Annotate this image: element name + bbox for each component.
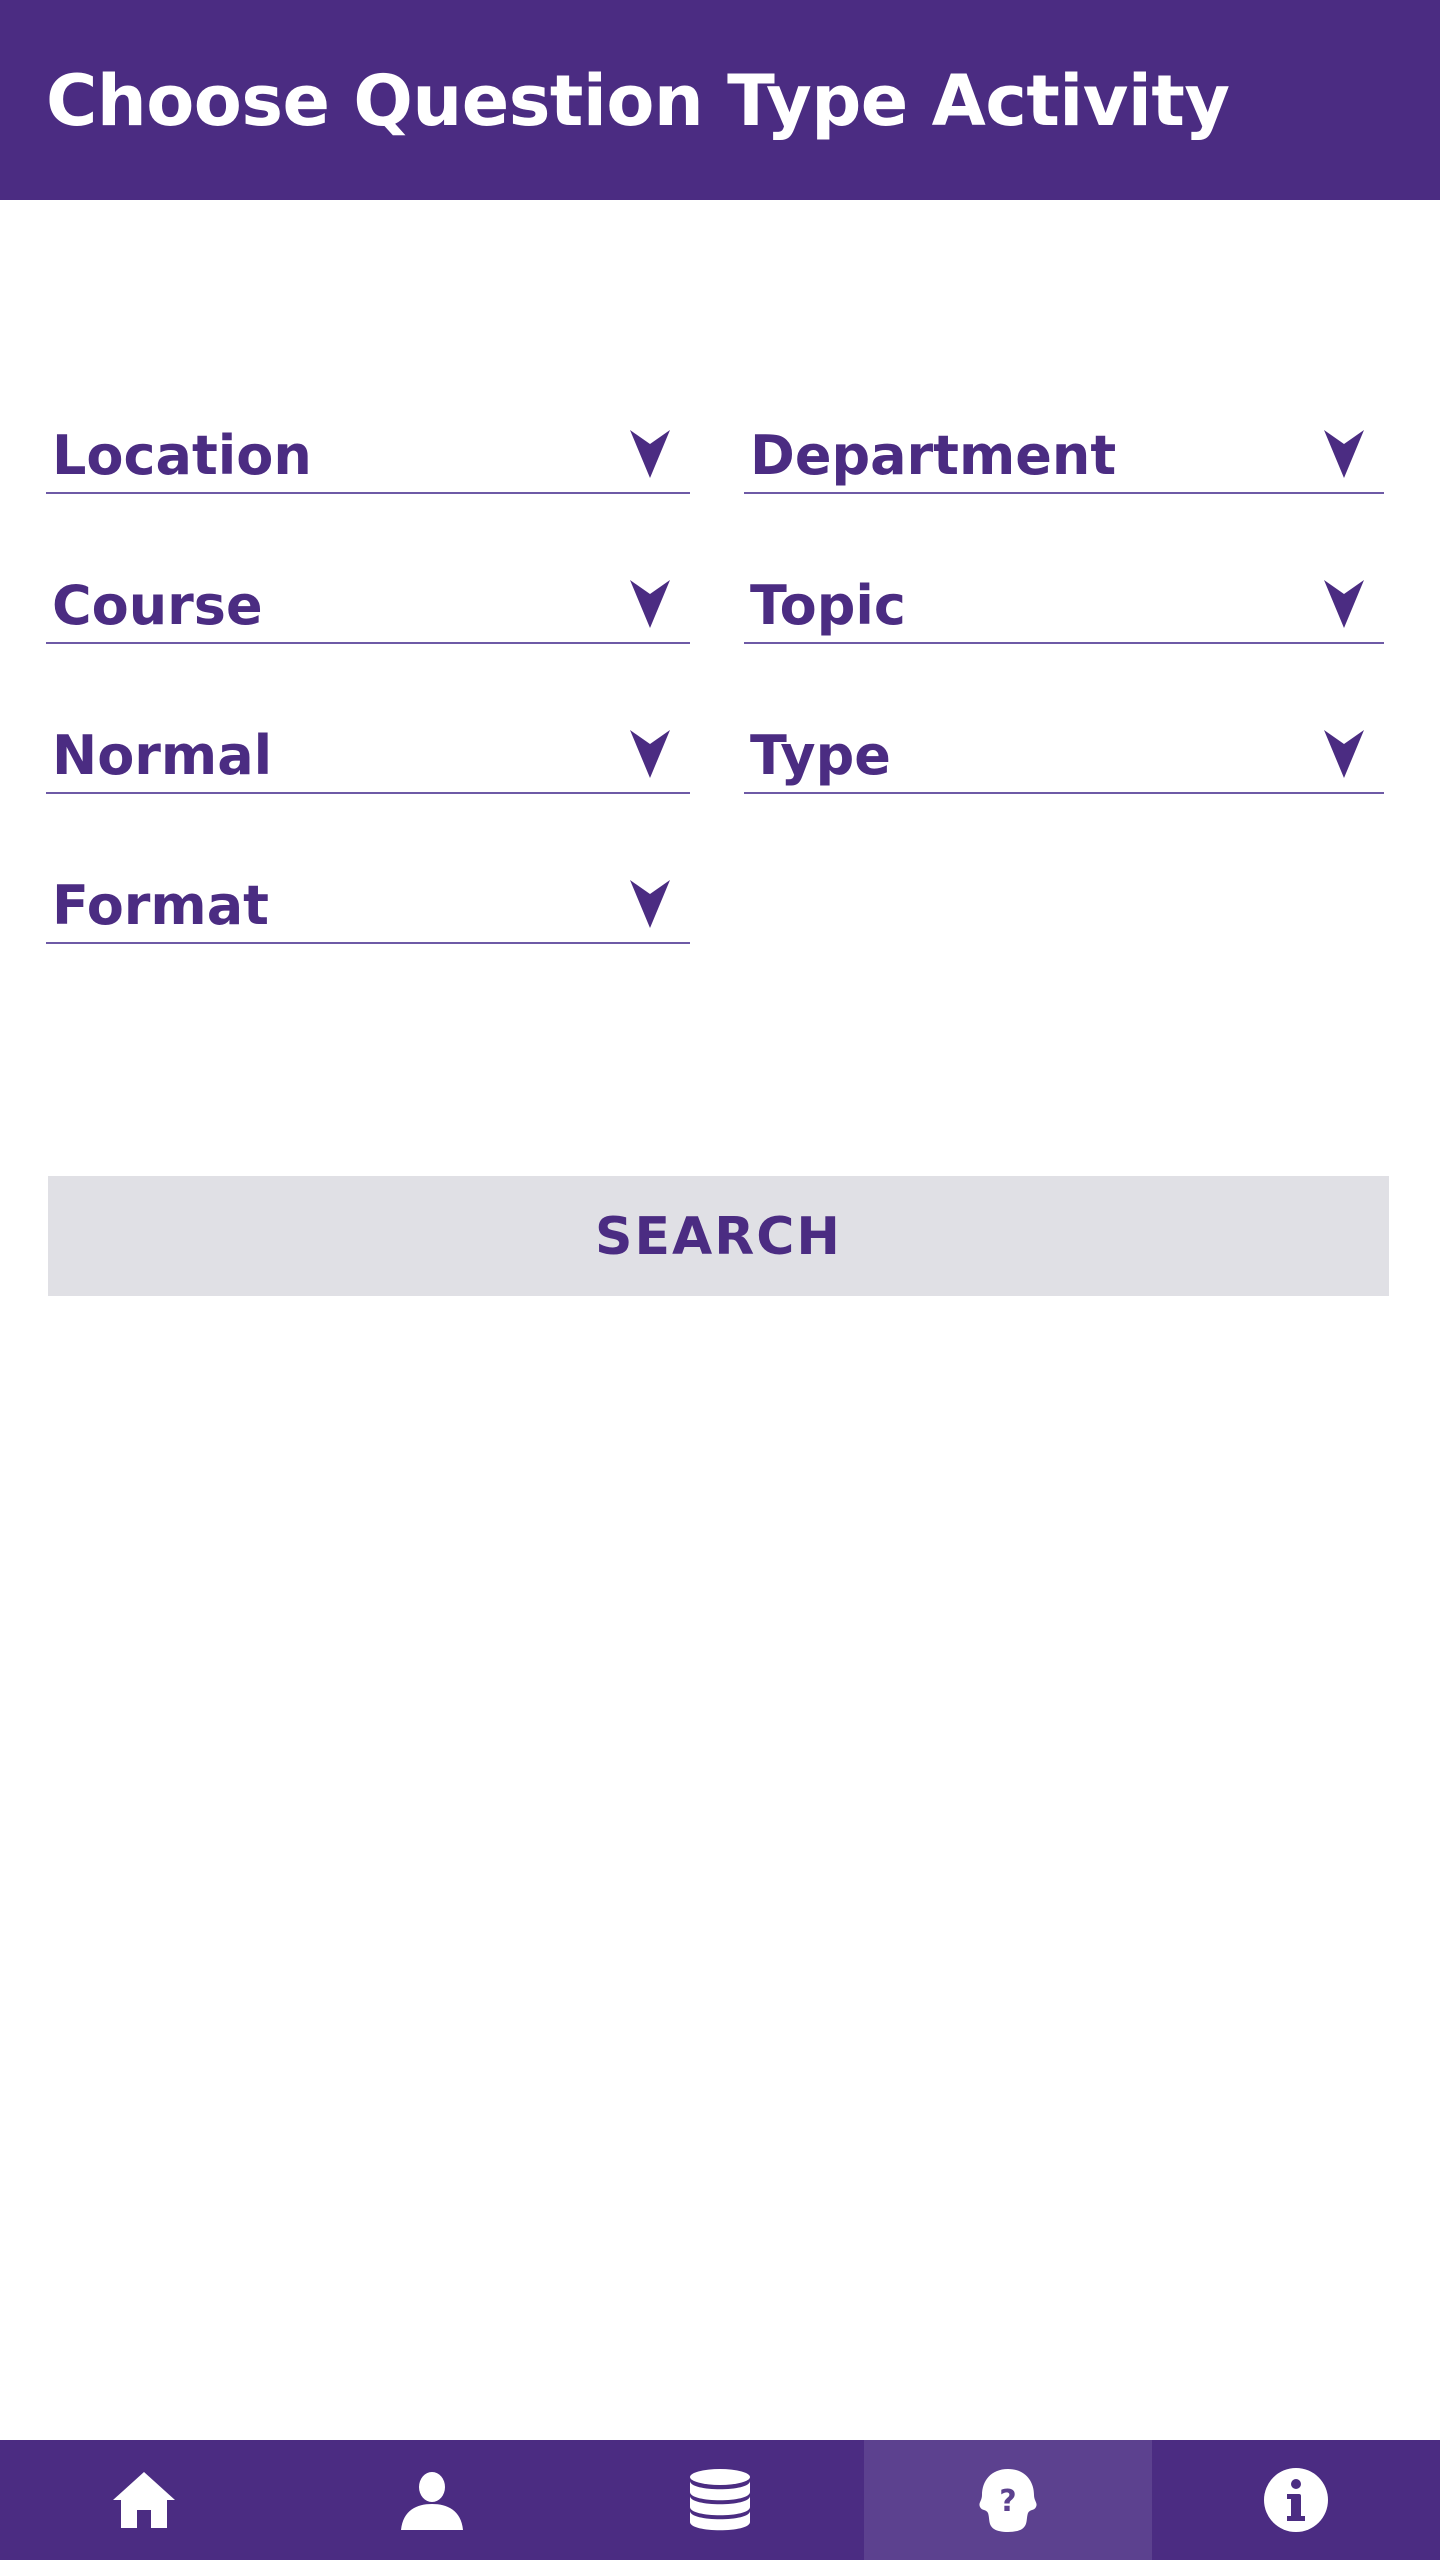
- nav-item-database[interactable]: [576, 2440, 864, 2560]
- page-title: Choose Question Type Activity: [46, 60, 1230, 142]
- department-dropdown-label: Department: [750, 424, 1117, 487]
- app-header: Choose Question Type Activity: [0, 0, 1440, 200]
- location-dropdown-label: Location: [52, 424, 312, 487]
- nav-item-home[interactable]: [0, 2440, 288, 2560]
- info-icon: [1263, 2467, 1329, 2533]
- svg-text:?: ?: [999, 2484, 1016, 2519]
- user-icon: [399, 2470, 465, 2530]
- topic-dropdown[interactable]: Topic: [744, 574, 1384, 644]
- normal-dropdown-label: Normal: [52, 724, 273, 787]
- type-dropdown-label: Type: [750, 724, 891, 787]
- nav-item-profile[interactable]: [288, 2440, 576, 2560]
- chevron-down-icon: [630, 430, 670, 478]
- database-icon: [688, 2468, 752, 2532]
- type-dropdown[interactable]: Type: [744, 724, 1384, 794]
- course-dropdown[interactable]: Course: [46, 574, 690, 644]
- chevron-down-icon: [630, 730, 670, 778]
- home-icon: [111, 2470, 177, 2530]
- chevron-down-icon: [1324, 730, 1364, 778]
- nav-item-questions[interactable]: ?: [864, 2440, 1152, 2560]
- chevron-down-icon: [1324, 580, 1364, 628]
- chevron-down-icon: [630, 880, 670, 928]
- chevron-down-icon: [1324, 430, 1364, 478]
- format-dropdown[interactable]: Format: [46, 874, 690, 944]
- topic-dropdown-label: Topic: [750, 574, 906, 637]
- question-head-icon: ?: [978, 2467, 1038, 2533]
- format-dropdown-label: Format: [52, 874, 269, 937]
- search-button[interactable]: SEARCH: [48, 1176, 1389, 1296]
- course-dropdown-label: Course: [52, 574, 263, 637]
- department-dropdown[interactable]: Department: [744, 424, 1384, 494]
- normal-dropdown[interactable]: Normal: [46, 724, 690, 794]
- chevron-down-icon: [630, 580, 670, 628]
- nav-item-info[interactable]: [1152, 2440, 1440, 2560]
- bottom-nav-bar: ?: [0, 2440, 1440, 2560]
- location-dropdown[interactable]: Location: [46, 424, 690, 494]
